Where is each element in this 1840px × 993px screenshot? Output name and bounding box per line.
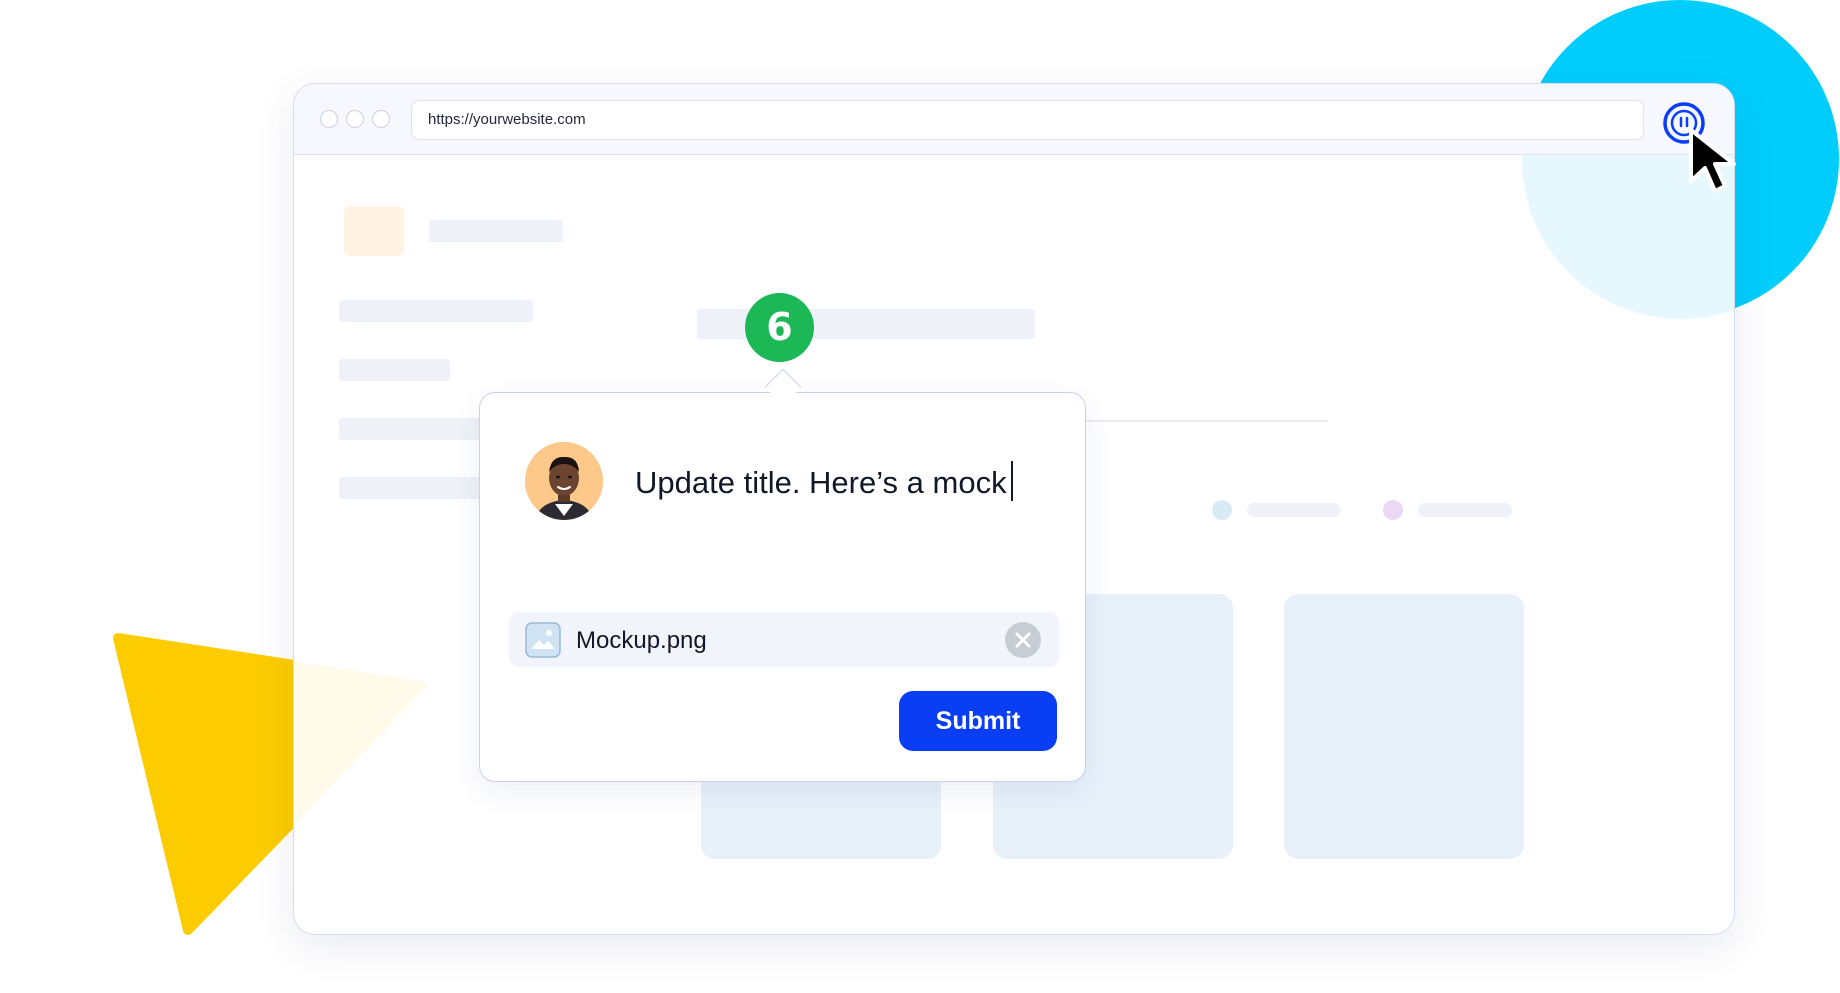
window-maximize-dot[interactable] <box>372 110 390 128</box>
avatar <box>525 442 603 520</box>
comment-input[interactable]: Update title. Here’s a mock <box>635 461 1013 501</box>
step-number-badge: 6 <box>745 293 814 362</box>
user-avatar-image <box>525 442 603 520</box>
legend-placeholder-2 <box>1418 503 1512 517</box>
comment-popup: Update title. Here’s a mock Mockup.png S… <box>479 392 1086 782</box>
legend-dot-2 <box>1383 500 1403 520</box>
sidebar-placeholder-4 <box>339 477 489 499</box>
window-minimize-dot[interactable] <box>346 110 364 128</box>
sidebar-placeholder-3 <box>339 418 489 440</box>
attachment-file-name: Mockup.png <box>576 627 707 654</box>
site-title-placeholder <box>429 220 563 242</box>
sidebar-placeholder-1 <box>339 300 533 322</box>
attachment-chip: Mockup.png <box>509 612 1059 667</box>
remove-attachment-button[interactable] <box>1005 622 1041 658</box>
legend-placeholder-1 <box>1247 503 1341 517</box>
card-placeholder-3 <box>1284 594 1524 859</box>
close-icon <box>1015 632 1031 648</box>
sidebar-placeholder-2 <box>339 359 450 381</box>
submit-button[interactable]: Submit <box>899 691 1057 751</box>
address-bar[interactable]: https://yourwebsite.com <box>411 100 1644 140</box>
url-text: https://yourwebsite.com <box>428 111 586 128</box>
browser-toolbar: https://yourwebsite.com <box>294 84 1734 155</box>
text-caret <box>1010 461 1013 501</box>
comment-text: Update title. Here’s a mock <box>635 465 1007 500</box>
mouse-cursor-icon <box>1689 128 1736 193</box>
image-file-icon <box>525 622 561 658</box>
window-close-dot[interactable] <box>320 110 338 128</box>
logo-placeholder <box>344 206 404 256</box>
legend-dot-1 <box>1212 500 1232 520</box>
